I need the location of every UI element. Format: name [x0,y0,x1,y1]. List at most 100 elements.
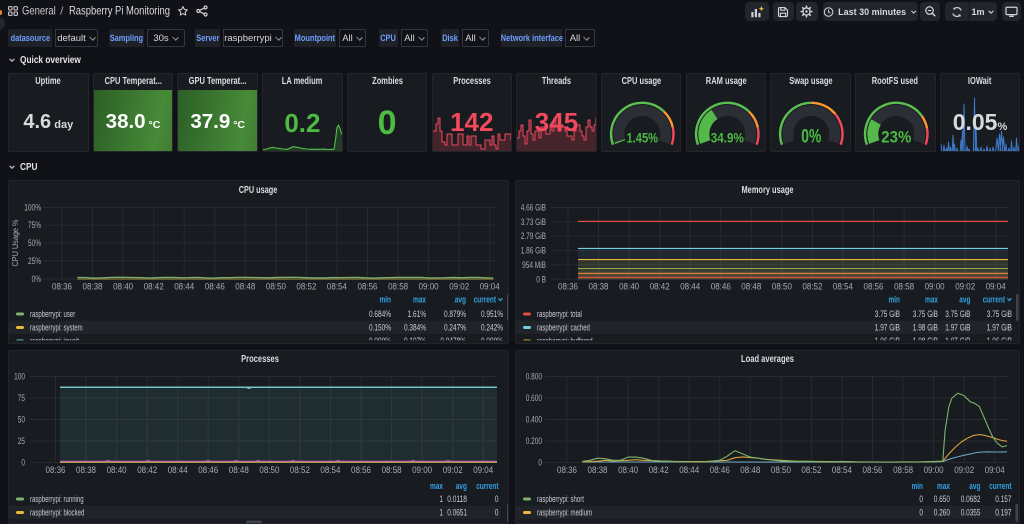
svg-text:08:36: 08:36 [46,465,66,475]
svg-text:08:50: 08:50 [259,465,279,475]
svg-text:1.61%: 1.61% [408,309,426,319]
svg-text:09:02: 09:02 [449,282,469,292]
svg-text:100%: 100% [24,202,41,212]
svg-text:raspberrypi: short: raspberrypi: short [537,494,584,504]
svg-text:08:42: 08:42 [650,282,670,292]
svg-text:08:38: 08:38 [588,465,608,475]
svg-text:avg: avg [455,295,466,305]
svg-text:1.97 GiB: 1.97 GiB [875,323,900,333]
svg-text:08:42: 08:42 [137,465,157,475]
svg-text:08:44: 08:44 [679,465,699,475]
svg-text:09:04: 09:04 [985,465,1005,475]
svg-text:1: 1 [439,494,443,504]
svg-text:08:44: 08:44 [680,282,700,292]
svg-text:0.242%: 0.242% [481,323,503,333]
svg-text:09:04: 09:04 [986,282,1006,292]
svg-text:08:52: 08:52 [290,465,310,475]
svg-text:08:46: 08:46 [710,465,730,475]
svg-text:34.9%: 34.9% [710,130,743,146]
svg-text:08:58: 08:58 [382,465,402,475]
svg-text:max: max [937,481,950,491]
svg-text:09:02: 09:02 [443,465,463,475]
svg-text:08:48: 08:48 [740,465,760,475]
svg-text:08:50: 08:50 [266,282,286,292]
svg-text:0.247%: 0.247% [444,323,466,333]
svg-text:25: 25 [18,436,25,446]
svg-text:4.66 GiB: 4.66 GiB [521,203,546,213]
svg-text:08:46: 08:46 [205,282,225,292]
svg-text:0.0118: 0.0118 [447,494,467,504]
svg-text:2.79 GiB: 2.79 GiB [521,231,546,241]
svg-text:50%: 50% [28,238,41,248]
svg-text:0: 0 [919,508,923,518]
svg-text:min: min [380,295,392,305]
svg-text:08:48: 08:48 [235,282,255,292]
svg-text:08:54: 08:54 [320,465,340,475]
svg-text:3.75 GiB: 3.75 GiB [913,309,938,319]
svg-text:0.0355: 0.0355 [961,508,981,518]
svg-text:0.600: 0.600 [526,393,542,403]
svg-text:3.75 GiB: 3.75 GiB [987,309,1012,319]
svg-text:0 B: 0 B [536,274,546,284]
svg-text:0: 0 [495,508,499,518]
svg-text:0%: 0% [802,127,822,148]
svg-text:09:00: 09:00 [419,282,439,292]
svg-text:max: max [413,295,426,305]
svg-text:0.684%: 0.684% [369,309,391,319]
svg-text:08:58: 08:58 [894,282,914,292]
svg-text:08:44: 08:44 [174,282,194,292]
svg-text:General: General [22,4,56,18]
svg-text:08:52: 08:52 [296,282,316,292]
svg-text:09:04: 09:04 [480,282,500,292]
svg-text:current: current [474,295,496,305]
svg-text:1.98 GiB: 1.98 GiB [913,323,938,333]
svg-text:09:00: 09:00 [925,282,945,292]
svg-text:3.75 GiB: 3.75 GiB [945,309,970,319]
svg-text:0.384%: 0.384% [404,323,426,333]
svg-text:08:44: 08:44 [168,465,188,475]
svg-text:08:40: 08:40 [618,465,638,475]
svg-text:09:04: 09:04 [473,465,493,475]
svg-text:75: 75 [18,393,25,403]
svg-text:CPU usage: CPU usage [239,185,278,196]
svg-text:0.157: 0.157 [995,494,1011,504]
svg-text:avg: avg [959,295,970,305]
svg-text:09:00: 09:00 [412,465,432,475]
svg-text:08:40: 08:40 [107,465,127,475]
svg-text:raspberrypi: blocked: raspberrypi: blocked [30,508,84,518]
svg-text:08:58: 08:58 [388,282,408,292]
svg-text:current: current [989,481,1011,491]
svg-text:3.75 GiB: 3.75 GiB [875,309,900,319]
svg-text:08:46: 08:46 [198,465,218,475]
svg-text:raspberrypi: system: raspberrypi: system [30,323,83,333]
svg-text:75%: 75% [28,220,41,230]
svg-text:25%: 25% [28,256,41,266]
svg-text:09:02: 09:02 [954,465,974,475]
svg-text:CPU Usage %: CPU Usage % [10,219,20,266]
svg-text:Processes: Processes [241,354,279,365]
svg-text:08:56: 08:56 [351,465,371,475]
svg-text:08:36: 08:36 [52,282,72,292]
svg-text:100: 100 [14,372,25,382]
svg-text:08:52: 08:52 [801,465,821,475]
svg-text:50: 50 [18,415,25,425]
svg-text:Memory usage: Memory usage [742,185,794,196]
svg-text:08:40: 08:40 [619,282,639,292]
svg-text:08:56: 08:56 [358,282,378,292]
svg-text:954 MiB: 954 MiB [522,260,546,270]
svg-text:0: 0 [21,458,25,468]
svg-text:raspberrypi: cached: raspberrypi: cached [537,323,590,333]
svg-text:08:54: 08:54 [832,465,852,475]
svg-text:08:56: 08:56 [864,282,884,292]
svg-text:1.97 GiB: 1.97 GiB [987,323,1012,333]
svg-text:min: min [912,481,924,491]
svg-text:1.45%: 1.45% [626,130,658,146]
svg-text:08:40: 08:40 [113,282,133,292]
svg-text:23%: 23% [881,128,911,147]
svg-text:0.150%: 0.150% [369,323,391,333]
svg-text:08:36: 08:36 [558,282,578,292]
svg-text:08:48: 08:48 [741,282,761,292]
svg-text:0.951%: 0.951% [481,309,503,319]
svg-text:08:38: 08:38 [83,282,103,292]
svg-text:0%: 0% [32,274,42,284]
